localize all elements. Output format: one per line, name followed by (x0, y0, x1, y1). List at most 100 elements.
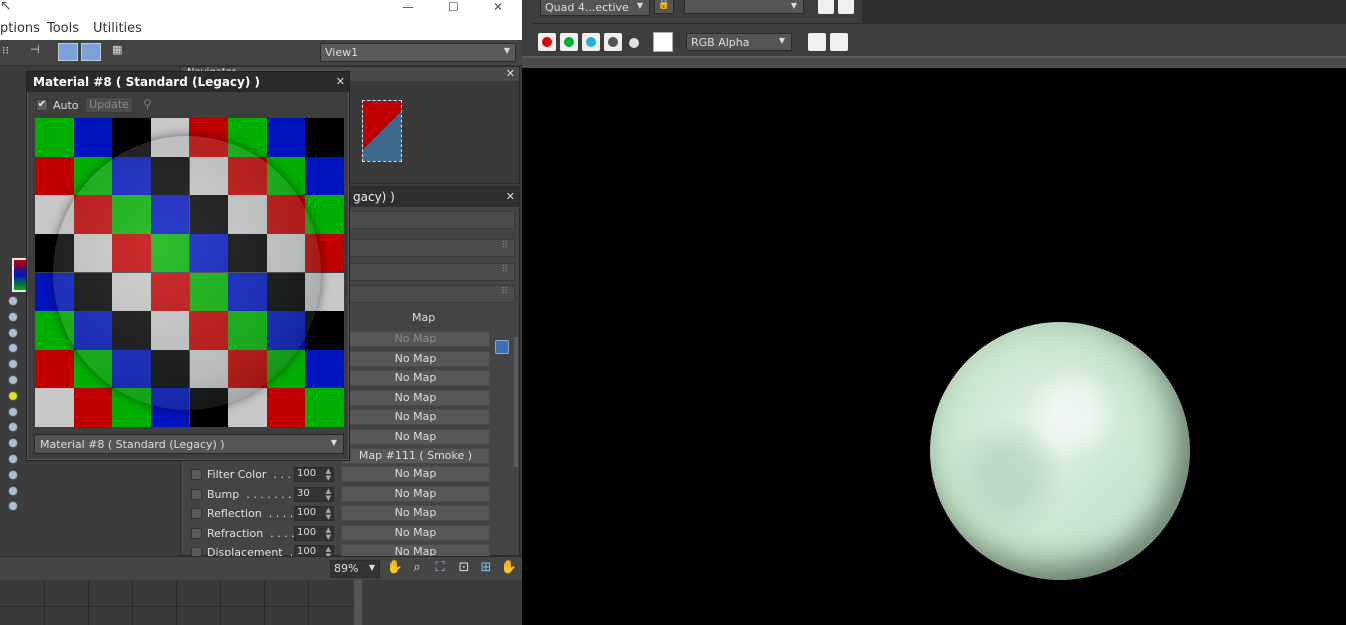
map-slot-button[interactable]: Map #111 ( Smoke ) (341, 448, 490, 464)
material-select[interactable]: Material #8 ( Standard (Legacy) ) ▼ (34, 434, 344, 454)
menu-options[interactable]: ptions (0, 21, 40, 36)
hand-active-icon[interactable]: ✋ (500, 560, 518, 578)
menu-utilities[interactable]: Utilities (93, 21, 142, 36)
map-slot-button[interactable]: No Map (341, 485, 490, 502)
zoom-extents-icon[interactable]: ⊡ (455, 560, 473, 578)
node-socket[interactable] (8, 454, 18, 464)
amount-spinner[interactable]: 100 ▲▼ (294, 467, 334, 482)
map-slot-button[interactable]: No Map (341, 370, 490, 386)
param-checkbox[interactable] (191, 469, 202, 480)
close-icon[interactable]: ✕ (506, 67, 515, 80)
map-slot-button[interactable]: No Map (341, 389, 490, 406)
amount-spinner[interactable]: 100 ▲▼ (294, 506, 334, 521)
render-frame[interactable] (522, 68, 1346, 625)
view-select[interactable]: View1 ▼ (320, 43, 516, 62)
map-slot-button[interactable]: No Map (341, 505, 490, 521)
node-socket[interactable] (8, 485, 18, 496)
spinner-arrows-icon: ▲▼ (325, 486, 331, 502)
material-preview-window: Material #8 ( Standard (Legacy) ) ✕ ✔ Au… (26, 71, 350, 461)
background-color-swatch[interactable] (653, 32, 673, 52)
layout-icon[interactable]: ⊣ (30, 43, 40, 56)
node-socket[interactable] (8, 390, 18, 401)
preset-select[interactable]: ▼ (684, 0, 804, 14)
close-icon[interactable]: ✕ (336, 75, 345, 88)
map-slot-button[interactable]: No Map (341, 428, 490, 445)
close-icon[interactable]: ✕ (506, 190, 515, 203)
zoom-select[interactable]: 89% ▼ (330, 560, 380, 578)
spinner-arrows-icon: ▲▼ (325, 506, 331, 521)
spinner-arrows-icon: ▲▼ (325, 467, 331, 482)
checker-cell (305, 388, 344, 427)
grid-view-icon[interactable] (81, 43, 101, 61)
map-slot-button[interactable]: No Map (341, 409, 490, 425)
node-socket[interactable] (8, 343, 18, 354)
node-socket[interactable] (8, 359, 18, 370)
param-checkbox[interactable] (191, 508, 202, 519)
param-checkbox[interactable] (191, 527, 202, 539)
map-slot-button[interactable]: No Map (341, 350, 490, 367)
map-slot-button[interactable]: No Map (341, 524, 490, 541)
node-socket[interactable] (8, 327, 18, 338)
spinner-arrows-icon: ▲▼ (325, 525, 331, 541)
select-tool-icon[interactable]: ⁝⁝ (2, 44, 9, 57)
update-button[interactable]: Update (85, 97, 133, 113)
zoom-region-icon[interactable]: ⛶ (431, 560, 449, 578)
amount-spinner[interactable]: 30 ▲ ▼ (294, 486, 334, 502)
scrollbar[interactable] (514, 337, 518, 467)
grip-icon: ⠿ (501, 287, 508, 297)
node-socket[interactable] (8, 296, 18, 306)
channel-select[interactable]: RGB Alpha ▼ (686, 33, 792, 51)
amount-spinner[interactable]: 100 ▲▼ (294, 525, 334, 541)
grip-icon: ⠿ (501, 241, 508, 251)
lock-icon[interactable]: 🔒 (654, 0, 674, 14)
green-channel-toggle[interactable] (560, 33, 578, 51)
map-slot-button[interactable]: No Map (341, 466, 490, 482)
frame-selected-icon[interactable]: ⊞ (477, 560, 495, 578)
param-checkbox[interactable] (191, 488, 202, 500)
pan-hand-icon[interactable]: ✋ (386, 560, 404, 578)
chevron-down-icon: ▼ (368, 563, 375, 572)
copy-image-icon[interactable] (830, 33, 848, 51)
navigator-thumbnail[interactable] (362, 100, 402, 162)
red-channel-toggle[interactable] (538, 33, 556, 51)
minimize-button[interactable]: — (402, 0, 414, 14)
chevron-down-icon: ▼ (636, 1, 643, 10)
blue-channel-toggle[interactable] (582, 33, 600, 51)
node-socket[interactable] (8, 406, 18, 417)
window-titlebar: ↖ — ☐ ✕ (0, 0, 522, 18)
render-divider (522, 58, 1346, 68)
navigator-divider (403, 83, 404, 183)
amount-value: 100 (297, 507, 317, 518)
chevron-down-icon: ▼ (778, 36, 785, 45)
map-slot-button[interactable]: No Map (341, 331, 490, 347)
auto-checkbox[interactable]: ✔ (36, 99, 48, 111)
preview-sphere (53, 136, 321, 410)
mono-channel-toggle[interactable] (629, 38, 639, 48)
viewport-select[interactable]: Quad 4...ective ▼ (540, 0, 650, 16)
alpha-channel-toggle[interactable] (604, 33, 622, 51)
lock-icon[interactable] (495, 340, 509, 354)
node-socket[interactable] (8, 422, 18, 433)
list-view-icon[interactable] (58, 43, 78, 61)
param-label: Bump . . . . . . . . (207, 487, 299, 501)
close-button[interactable]: ✕ (493, 0, 503, 14)
checker-cell (73, 388, 113, 427)
node-socket[interactable] (8, 438, 18, 449)
zoom-value: 89% (334, 562, 359, 575)
zoom-icon[interactable]: ⌕ (408, 560, 426, 578)
pin-icon[interactable]: ⚲ (143, 97, 152, 111)
save-image-icon[interactable] (808, 33, 826, 51)
bottom-toolbar: 89% ▼ ✋ ⌕ ⛶ ⊡ ⊞ ✋ (0, 556, 522, 580)
node-socket[interactable] (8, 311, 18, 322)
node-socket[interactable] (8, 501, 18, 512)
node-socket[interactable] (8, 375, 18, 385)
grip-icon: ⠿ (501, 265, 508, 275)
menu-tools[interactable]: Tools (47, 21, 79, 36)
render-setup-icon[interactable] (818, 0, 834, 14)
node-socket[interactable] (8, 469, 18, 480)
edit-icon[interactable] (838, 0, 854, 14)
pattern-icon[interactable]: ▦ (112, 43, 122, 56)
maximize-button[interactable]: ☐ (448, 0, 459, 14)
checker-cell (305, 118, 344, 157)
material-preview[interactable] (35, 118, 344, 427)
